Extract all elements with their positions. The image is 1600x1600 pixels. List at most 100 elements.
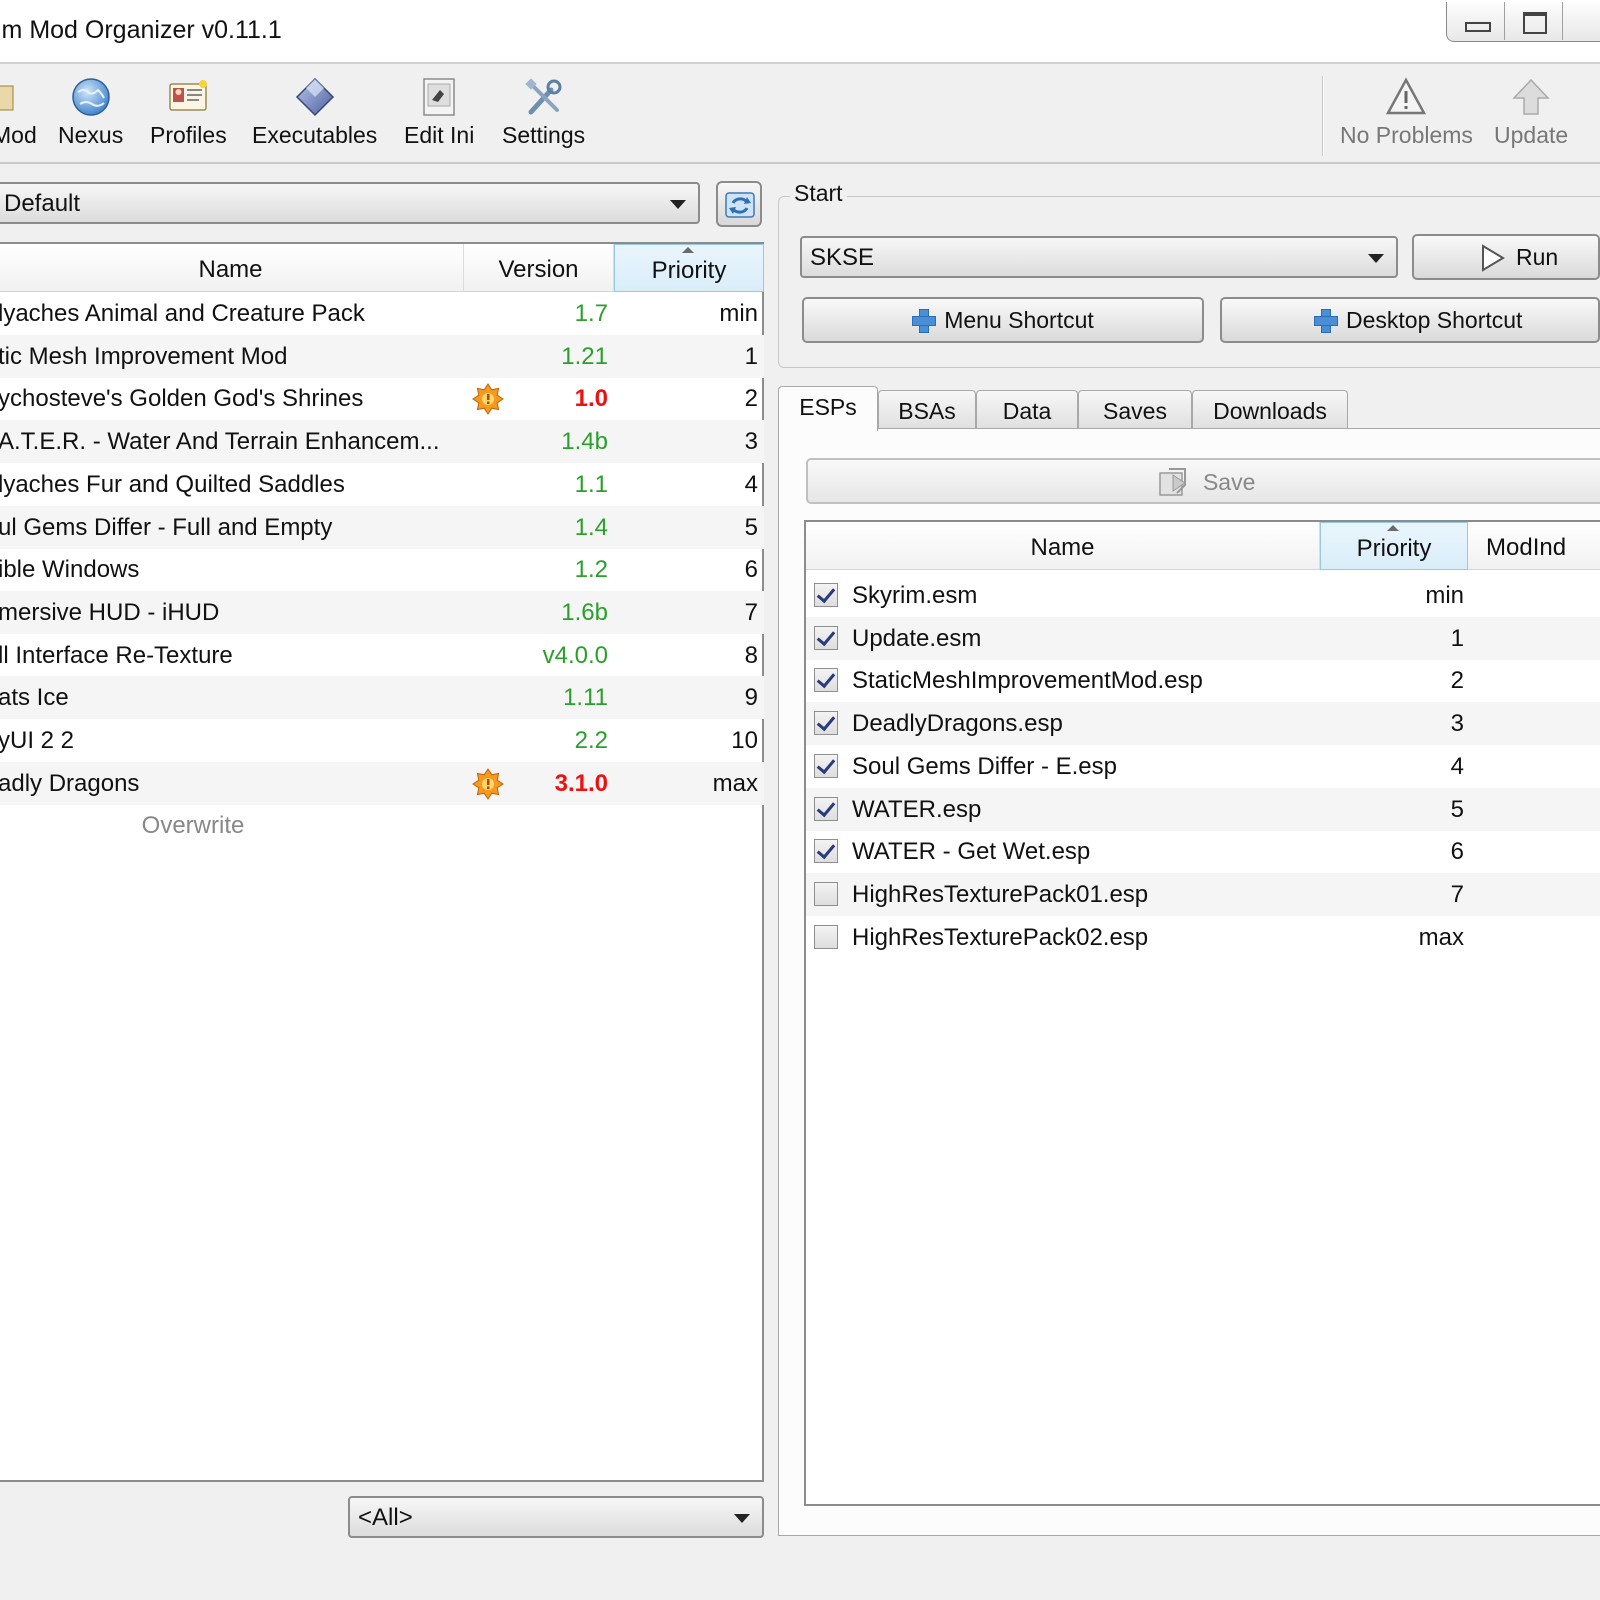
plugin-row[interactable]: StaticMeshImprovementMod.esp 2	[806, 659, 1600, 702]
plugin-row[interactable]: DeadlyDragons.esp 3	[806, 702, 1600, 746]
column-header-name[interactable]: Name	[806, 522, 1320, 570]
settings-button[interactable]: Settings	[502, 76, 585, 149]
profiles-button[interactable]: Profiles	[150, 76, 227, 149]
column-header-name[interactable]: Name	[0, 244, 464, 292]
mod-row[interactable]: yUI 2 2 2.2 10	[0, 719, 764, 762]
mod-row[interactable]: lyaches Fur and Quilted Saddles 1.1 4	[0, 463, 764, 506]
mod-list: Name Version Priority lyaches Animal and…	[0, 242, 764, 1482]
overwrite-entry[interactable]: Overwrite	[0, 812, 388, 840]
plugin-enabled-checkbox[interactable]	[814, 796, 838, 821]
plugin-enabled-checkbox[interactable]	[814, 753, 838, 778]
save-icon	[1158, 468, 1186, 496]
mod-list-header: Name Version Priority	[0, 244, 764, 292]
no-problems-button[interactable]: No Problems	[1340, 76, 1473, 149]
sort-ascending-icon	[682, 247, 694, 253]
mod-priority: min	[719, 300, 758, 327]
mod-row[interactable]: ychosteve's Golden God's Shrines 1.0 2	[0, 377, 764, 420]
category-filter-value: <All>	[358, 1504, 413, 1531]
plugin-row[interactable]: Skyrim.esm min	[806, 574, 1600, 617]
mod-row[interactable]: ul Gems Differ - Full and Empty 1.4 5	[0, 505, 764, 549]
plugin-priority: 3	[1450, 710, 1464, 738]
mod-priority: 6	[744, 556, 758, 584]
chevron-down-icon	[670, 200, 686, 209]
tab-esps[interactable]: ESPs	[778, 386, 878, 431]
plugin-row[interactable]: Soul Gems Differ - E.esp 4	[806, 745, 1600, 788]
plugin-row[interactable]: HighResTexturePack01.esp 7	[806, 872, 1600, 916]
plugin-enabled-checkbox[interactable]	[814, 625, 838, 650]
install-mod-button[interactable]: Mod	[0, 76, 37, 149]
mod-row[interactable]: ible Windows 1.2 6	[0, 548, 764, 591]
desktop-shortcut-button[interactable]: Desktop Shortcut	[1220, 297, 1600, 343]
mod-priority: 7	[744, 598, 758, 626]
plugin-priority: 2	[1450, 667, 1464, 695]
run-button[interactable]: Run	[1412, 234, 1600, 280]
column-header-version[interactable]: Version	[464, 244, 614, 292]
chevron-down-icon	[1368, 254, 1384, 263]
mod-row[interactable]: ats Ice 1.11 9	[0, 676, 764, 720]
plugin-enabled-checkbox[interactable]	[814, 583, 838, 607]
mod-version: v4.0.0	[542, 641, 608, 669]
tools-icon	[524, 78, 562, 115]
refresh-button[interactable]	[716, 181, 762, 227]
mod-row[interactable]: ll Interface Re-Texture v4.0.0 8	[0, 634, 764, 677]
plugin-name: WATER.esp	[852, 795, 982, 823]
plugin-row[interactable]: WATER.esp 5	[806, 787, 1600, 831]
save-button[interactable]: Save	[806, 458, 1600, 504]
mod-row[interactable]: tic Mesh Improvement Mod 1.21 1	[0, 334, 764, 378]
mod-priority: 9	[744, 684, 758, 712]
nexus-button[interactable]: Nexus	[58, 76, 123, 149]
column-header-priority[interactable]: Priority	[614, 244, 764, 292]
plugin-name: Update.esm	[852, 624, 982, 652]
edit-ini-button[interactable]: Edit Ini	[404, 76, 474, 149]
minimize-button[interactable]	[1447, 2, 1505, 40]
install-mod-icon	[0, 76, 35, 118]
mod-version: 1.11	[563, 684, 608, 712]
maximize-button[interactable]	[1505, 2, 1563, 40]
mod-row[interactable]: A.T.E.R. - Water And Terrain Enhancem...…	[0, 420, 764, 464]
plugin-name: WATER - Get Wet.esp	[852, 838, 1091, 866]
mod-priority: 10	[731, 727, 758, 754]
diamond-icon	[295, 77, 334, 117]
mod-version: 3.1.0	[554, 769, 608, 797]
menu-shortcut-button[interactable]: Menu Shortcut	[802, 297, 1204, 343]
mod-version: 1.6b	[561, 598, 608, 626]
mod-version: 1.0	[574, 385, 608, 413]
plugin-enabled-checkbox[interactable]	[814, 924, 838, 949]
plugin-enabled-checkbox[interactable]	[814, 881, 838, 906]
mod-row[interactable]: adly Dragons 3.1.0 max	[0, 761, 764, 805]
column-header-modindex[interactable]: ModInd	[1468, 522, 1600, 570]
executable-select[interactable]: SKSE	[800, 236, 1398, 278]
plugin-enabled-checkbox[interactable]	[814, 668, 838, 693]
plugin-priority: 1	[1450, 624, 1464, 652]
update-button[interactable]: Update	[1494, 76, 1568, 149]
toolbar-separator	[1322, 76, 1324, 156]
category-filter-select[interactable]: <All>	[348, 1496, 764, 1538]
executables-button[interactable]: Executables	[252, 76, 377, 149]
plugin-enabled-checkbox[interactable]	[814, 711, 838, 736]
profile-select[interactable]: Default	[0, 182, 700, 224]
profile-select-value: Default	[4, 190, 81, 217]
mod-name: mersive HUD - iHUD	[0, 598, 220, 626]
tab-bsas[interactable]: BSAs	[878, 390, 976, 430]
plugin-priority: 4	[1450, 752, 1464, 780]
plugin-enabled-checkbox[interactable]	[814, 839, 838, 864]
mod-version: 1.4b	[561, 428, 608, 456]
plugin-row[interactable]: WATER - Get Wet.esp 6	[806, 830, 1600, 873]
mod-version: 1.1	[574, 470, 608, 498]
mod-row[interactable]: lyaches Animal and Creature Pack 1.7 min	[0, 292, 764, 335]
mod-row[interactable]: mersive HUD - iHUD 1.6b 7	[0, 590, 764, 634]
tab-data[interactable]: Data	[976, 390, 1078, 430]
plus-icon	[912, 309, 937, 333]
mod-version: 2.2	[574, 727, 608, 754]
plugin-row[interactable]: HighResTexturePack02.esp max	[806, 916, 1600, 959]
mod-version: 1.21	[561, 342, 608, 370]
tab-saves[interactable]: Saves	[1078, 390, 1192, 430]
mod-priority: 2	[744, 385, 758, 413]
plugin-row[interactable]: Update.esm 1	[806, 616, 1600, 660]
mod-priority: 3	[744, 428, 758, 456]
sort-ascending-icon	[1387, 525, 1399, 531]
plugin-list: Name Priority ModInd Skyrim.esm min Update…	[804, 520, 1600, 1506]
plugin-name: Skyrim.esm	[852, 582, 978, 609]
column-header-priority[interactable]: Priority	[1320, 522, 1468, 570]
tab-downloads[interactable]: Downloads	[1192, 390, 1348, 430]
